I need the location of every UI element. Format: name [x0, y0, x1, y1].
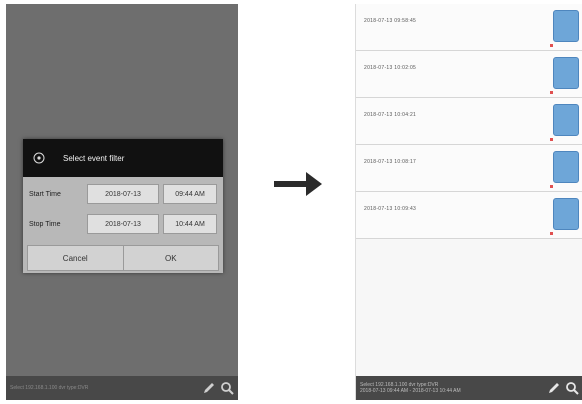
ok-button[interactable]: OK [123, 245, 219, 271]
event-timestamp: 2018-07-13 10:08:17 [364, 159, 417, 165]
event-list: 2018-07-13 09:58:45 2018-07-13 10:02:05 … [356, 4, 582, 239]
search-icon[interactable] [220, 381, 234, 395]
edit-icon[interactable] [547, 381, 561, 395]
left-bottom-bar: Select 192.168.1.100 dvr type:DVR [6, 376, 238, 400]
event-marker [550, 232, 553, 235]
right-phone-screen: 2018-07-13 09:58:45 2018-07-13 10:02:05 … [355, 4, 582, 400]
event-thumbnail-icon[interactable] [553, 198, 579, 230]
start-time-row: Start Time 2018-07-13 09:44 AM [27, 181, 219, 207]
event-marker [550, 138, 553, 141]
edit-icon[interactable] [202, 381, 216, 395]
stop-date-field[interactable]: 2018-07-13 [87, 214, 159, 234]
event-thumbnail-icon[interactable] [553, 151, 579, 183]
event-timestamp: 2018-07-13 09:58:45 [364, 18, 417, 24]
list-item[interactable]: 2018-07-13 09:58:45 [356, 4, 582, 51]
left-status-text: Select 192.168.1.100 dvr type:DVR [10, 385, 89, 391]
dialog-title: Select event filter [63, 153, 125, 163]
start-time-field[interactable]: 09:44 AM [163, 184, 217, 204]
event-marker [550, 185, 553, 188]
event-timestamp: 2018-07-13 10:02:05 [364, 65, 417, 71]
event-marker [550, 44, 553, 47]
event-thumbnail-icon[interactable] [553, 57, 579, 89]
list-item[interactable]: 2018-07-13 10:08:17 [356, 145, 582, 192]
stop-time-field[interactable]: 10:44 AM [163, 214, 217, 234]
event-timestamp: 2018-07-13 10:09:43 [364, 206, 417, 212]
dialog-button-bar: Cancel OK [27, 245, 219, 271]
filter-icon [33, 152, 45, 164]
right-bottom-bar: Select 192.168.1.100 dvr type:DVR 2018-0… [356, 376, 582, 400]
right-status-text: Select 192.168.1.100 dvr type:DVR 2018-0… [360, 382, 547, 394]
start-time-label: Start Time [29, 190, 61, 198]
dialog-header: Select event filter [23, 139, 223, 177]
status-line-2: 2018-07-13 09:44 AM - 2018-07-13 10:44 A… [360, 388, 461, 394]
search-icon[interactable] [565, 381, 579, 395]
stop-time-row: Stop Time 2018-07-13 10:44 AM [27, 211, 219, 237]
event-filter-dialog: Select event filter Start Time 2018-07-1… [23, 139, 223, 273]
event-timestamp: 2018-07-13 10:04:21 [364, 112, 417, 118]
event-thumbnail-icon[interactable] [553, 104, 579, 136]
list-item[interactable]: 2018-07-13 10:09:43 [356, 192, 582, 239]
start-date-field[interactable]: 2018-07-13 [87, 184, 159, 204]
right-arrow-icon [274, 172, 322, 196]
event-thumbnail-icon[interactable] [553, 10, 579, 42]
list-item[interactable]: 2018-07-13 10:04:21 [356, 98, 582, 145]
list-item[interactable]: 2018-07-13 10:02:05 [356, 51, 582, 98]
cancel-button[interactable]: Cancel [27, 245, 124, 271]
left-phone-screen: Select event filter Start Time 2018-07-1… [6, 4, 238, 400]
event-marker [550, 91, 553, 94]
stop-time-label: Stop Time [29, 220, 61, 228]
